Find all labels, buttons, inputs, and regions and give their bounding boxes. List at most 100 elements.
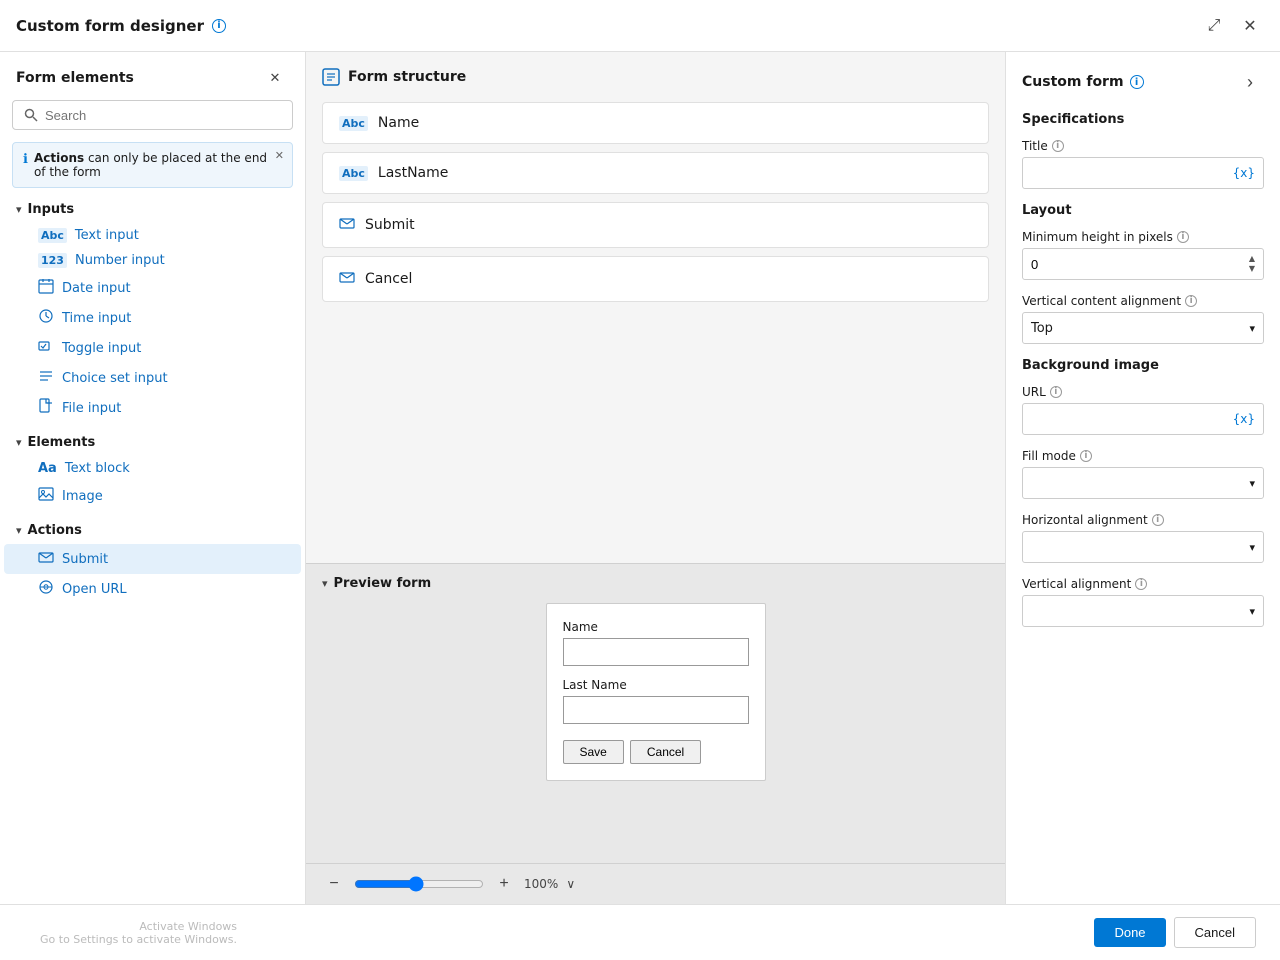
zoom-out-button[interactable]: − [322, 872, 346, 896]
done-button[interactable]: Done [1094, 918, 1165, 947]
main-layout: Form elements ✕ ℹ Actions can only be pl… [0, 52, 1280, 904]
vertical-alignment-select[interactable]: Top ▾ [1022, 312, 1264, 344]
min-height-label: Minimum height in pixels i [1022, 230, 1264, 244]
zoom-slider[interactable] [354, 876, 484, 892]
sidebar-item-submit[interactable]: Submit [4, 544, 301, 574]
sidebar-item-text-block[interactable]: Aa Text block [4, 456, 301, 481]
right-panel-expand-button[interactable]: › [1236, 68, 1264, 96]
title-input-wrapper[interactable]: {x} [1022, 157, 1264, 189]
min-height-input-wrapper[interactable]: ▲ ▼ [1022, 248, 1264, 280]
horizontal-align-info-icon[interactable]: i [1152, 514, 1164, 526]
sidebar-item-choice-set-input[interactable]: Choice set input [4, 363, 301, 393]
min-height-input[interactable] [1031, 257, 1249, 272]
file-input-icon [38, 398, 54, 418]
preview-form-title: Preview form [334, 576, 432, 591]
specifications-title: Specifications [1022, 112, 1264, 127]
background-image-title: Background image [1022, 358, 1264, 373]
url-bracket-icon: {x} [1233, 412, 1255, 426]
app-title: Custom form designer [16, 17, 204, 35]
lastname-row-icon: Abc [339, 166, 368, 181]
min-height-arrows[interactable]: ▲ ▼ [1249, 254, 1255, 273]
left-panel-close[interactable]: ✕ [261, 64, 289, 92]
vertical-align-info-icon[interactable]: i [1185, 295, 1197, 307]
sidebar-item-toggle-input[interactable]: Toggle input [4, 333, 301, 363]
search-box[interactable] [12, 100, 293, 130]
min-height-down-arrow[interactable]: ▼ [1249, 264, 1255, 274]
preview-section: ▾ Preview form Name Last Name Save Cance… [306, 563, 1005, 863]
info-banner-close[interactable]: ✕ [275, 149, 284, 162]
title-input[interactable] [1031, 166, 1233, 181]
open-url-icon [38, 579, 54, 599]
actions-chevron: ▾ [16, 524, 22, 537]
info-banner-icon: ℹ [23, 152, 28, 167]
vertical-alignment-label: Vertical content alignment i [1022, 294, 1264, 308]
preview-cancel-button[interactable]: Cancel [630, 740, 701, 764]
form-row-name[interactable]: Abc Name [322, 102, 989, 144]
inputs-section-header[interactable]: ▾ Inputs [0, 196, 305, 223]
text-block-icon: Aa [38, 461, 57, 476]
vertical-alignment-value: Top [1031, 321, 1053, 336]
sidebar-item-image[interactable]: Image [4, 481, 301, 511]
info-banner-text: Actions can only be placed at the end of… [34, 151, 282, 179]
center-panel: Form structure Abc Name Abc LastName Sub… [306, 52, 1006, 904]
image-label: Image [62, 489, 103, 504]
url-label: URL i [1022, 385, 1264, 399]
url-input[interactable] [1031, 412, 1233, 427]
title-info-icon[interactable]: i [1052, 140, 1064, 152]
vertical-align-bg-select[interactable]: ▾ [1022, 595, 1264, 627]
form-row-lastname[interactable]: Abc LastName [322, 152, 989, 194]
min-height-info-icon[interactable]: i [1177, 231, 1189, 243]
horizontal-align-label: Horizontal alignment i [1022, 513, 1264, 527]
footer: Activate WindowsGo to Settings to activa… [0, 904, 1280, 960]
form-row-submit[interactable]: Submit [322, 202, 989, 248]
url-input-wrapper[interactable]: {x} [1022, 403, 1264, 435]
close-button[interactable]: ✕ [1236, 12, 1264, 40]
right-panel: Custom form i › Specifications Title i {… [1006, 52, 1280, 904]
sidebar-item-file-input[interactable]: File input [4, 393, 301, 423]
preview-save-button[interactable]: Save [563, 740, 624, 764]
actions-section-header[interactable]: ▾ Actions [0, 517, 305, 544]
sidebar-item-number-input[interactable]: 123 Number input [4, 248, 301, 273]
form-structure-title: Form structure [348, 69, 466, 85]
preview-name-input[interactable] [563, 638, 749, 666]
form-structure-header: Form structure [322, 68, 989, 86]
right-panel-info-icon[interactable]: i [1130, 75, 1144, 89]
preview-name-label: Name [563, 620, 749, 634]
submit-row-icon [339, 215, 355, 235]
sidebar-item-text-input[interactable]: Abc Text input [4, 223, 301, 248]
preview-lastname-input[interactable] [563, 696, 749, 724]
sidebar-item-date-input[interactable]: Date input [4, 273, 301, 303]
activate-watermark: Activate WindowsGo to Settings to activa… [40, 920, 237, 946]
sidebar-item-time-input[interactable]: Time input [4, 303, 301, 333]
fill-mode-info-icon[interactable]: i [1080, 450, 1092, 462]
preview-header[interactable]: ▾ Preview form [322, 576, 989, 591]
vertical-align-bg-chevron-icon: ▾ [1249, 605, 1255, 618]
text-input-label: Text input [75, 228, 139, 243]
vertical-align-label: Vertical alignment i [1022, 577, 1264, 591]
horizontal-alignment-select[interactable]: ▾ [1022, 531, 1264, 563]
sidebar-item-open-url[interactable]: Open URL [4, 574, 301, 604]
form-row-cancel[interactable]: Cancel [322, 256, 989, 302]
footer-cancel-button[interactable]: Cancel [1174, 917, 1256, 948]
expand-button[interactable]: ⤢ [1200, 12, 1228, 40]
url-info-icon[interactable]: i [1050, 386, 1062, 398]
submit-row-label: Submit [365, 217, 415, 233]
vertical-align-bg-info-icon[interactable]: i [1135, 578, 1147, 590]
text-input-icon: Abc [38, 228, 67, 243]
title-info-icon[interactable]: i [212, 19, 226, 33]
min-height-up-arrow[interactable]: ▲ [1249, 254, 1255, 264]
elements-chevron: ▾ [16, 436, 22, 449]
left-panel-header: Form elements ✕ [0, 52, 305, 100]
left-panel-title: Form elements [16, 70, 134, 86]
fill-mode-select[interactable]: ▾ [1022, 467, 1264, 499]
search-input[interactable] [45, 108, 282, 123]
zoom-expand-icon[interactable]: ∨ [566, 877, 575, 891]
horizontal-alignment-chevron-icon: ▾ [1249, 541, 1255, 554]
toggle-input-icon [38, 338, 54, 358]
info-banner: ℹ Actions can only be placed at the end … [12, 142, 293, 188]
elements-section-header[interactable]: ▾ Elements [0, 429, 305, 456]
search-icon [23, 107, 39, 123]
title-bar: Custom form designer i ⤢ ✕ [0, 0, 1280, 52]
zoom-in-button[interactable]: + [492, 872, 516, 896]
date-input-icon [38, 278, 54, 298]
